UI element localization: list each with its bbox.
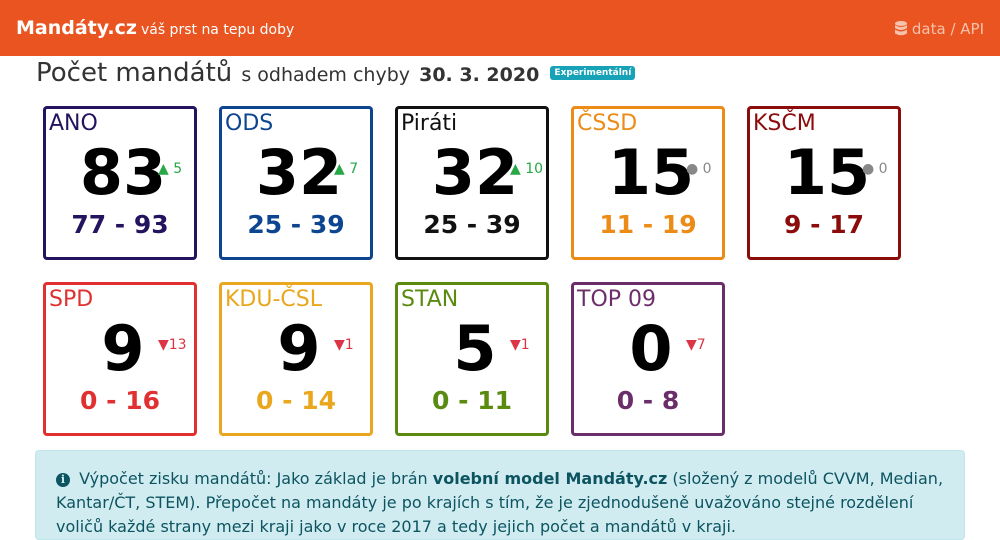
info-circle-icon: i [56,473,70,487]
party-name: ANO [49,111,98,136]
party-name: Piráti [401,111,458,136]
info-lead: Výpočet zisku mandátů: Jako základ je br… [79,469,428,488]
seat-change: ▼13 [158,337,187,353]
party-name: STAN [401,287,459,312]
brand-name: Mandáty.cz [16,17,137,39]
party-card: ANO 83 ▲ 5 77 - 93 [43,106,197,260]
party-card: TOP 09 0 ▼7 0 - 8 [571,282,725,436]
party-name: SPD [49,287,94,312]
seat-change: ● 0 [686,161,712,177]
info-alert: i Výpočet zisku mandátů: Jako základ je … [35,450,965,540]
seat-change: ▲ 10 [510,161,544,177]
party-name: ČSSD [577,111,638,136]
party-name: TOP 09 [577,287,657,312]
party-card: KDU-ČSL 9 ▼1 0 - 14 [219,282,373,436]
seat-range: 25 - 39 [247,210,345,239]
seat-range: 0 - 14 [256,386,336,415]
party-name: ODS [225,111,274,136]
seat-range: 25 - 39 [423,210,521,239]
seat-range: 0 - 8 [616,386,680,415]
party-card: KSČM 15 ● 09 - 17 [747,106,901,260]
seat-range: 0 - 16 [80,386,160,415]
seat-change: ● 0 [862,161,888,177]
seat-change: ▼1 [510,337,530,353]
title-main: Počet mandátů [36,58,233,88]
data-api-link[interactable]: data / API [894,20,984,38]
title-date: 30. 3. 2020 [419,64,540,86]
seat-range: 0 - 11 [432,386,512,415]
party-card: ČSSD 15 ● 0 11 - 19 [571,106,725,260]
party-card: SPD 9 ▼13 0 - 16 [43,282,197,436]
database-icon [894,21,907,36]
experimental-badge: Experimentální [550,66,636,80]
seat-range: 77 - 93 [71,210,169,239]
seat-change: ▼7 [686,337,706,353]
party-name: KSČM [753,111,816,136]
page-title: Počet mandátů s odhadem chyby 30. 3. 202… [36,58,636,88]
seat-change: ▲ 5 [158,161,183,177]
party-card: ODS 32 ▲ 7 25 - 39 [219,106,373,260]
seat-range: 11 - 19 [599,210,697,239]
data-api-label: data / API [911,20,984,38]
title-subtitle: s odhadem chyby [241,64,411,86]
seat-change: ▲ 7 [334,161,359,177]
info-bold: volební model Mandáty.cz [432,469,668,488]
brand-tagline: váš prst na tepu doby [140,22,295,38]
seat-range: 9 - 17 [784,210,864,239]
party-card: STAN 5 ▼1 0 - 11 [395,282,549,436]
navbar: Mandáty.cz váš prst na tepu doby data / A… [0,0,1000,56]
brand-link[interactable]: Mandáty.cz váš prst na tepu doby [16,17,294,39]
party-name: KDU-ČSL [225,287,322,312]
seat-change: ▼1 [334,337,354,353]
party-card: Piráti 32 ▲ 10 25 - 39 [395,106,549,260]
